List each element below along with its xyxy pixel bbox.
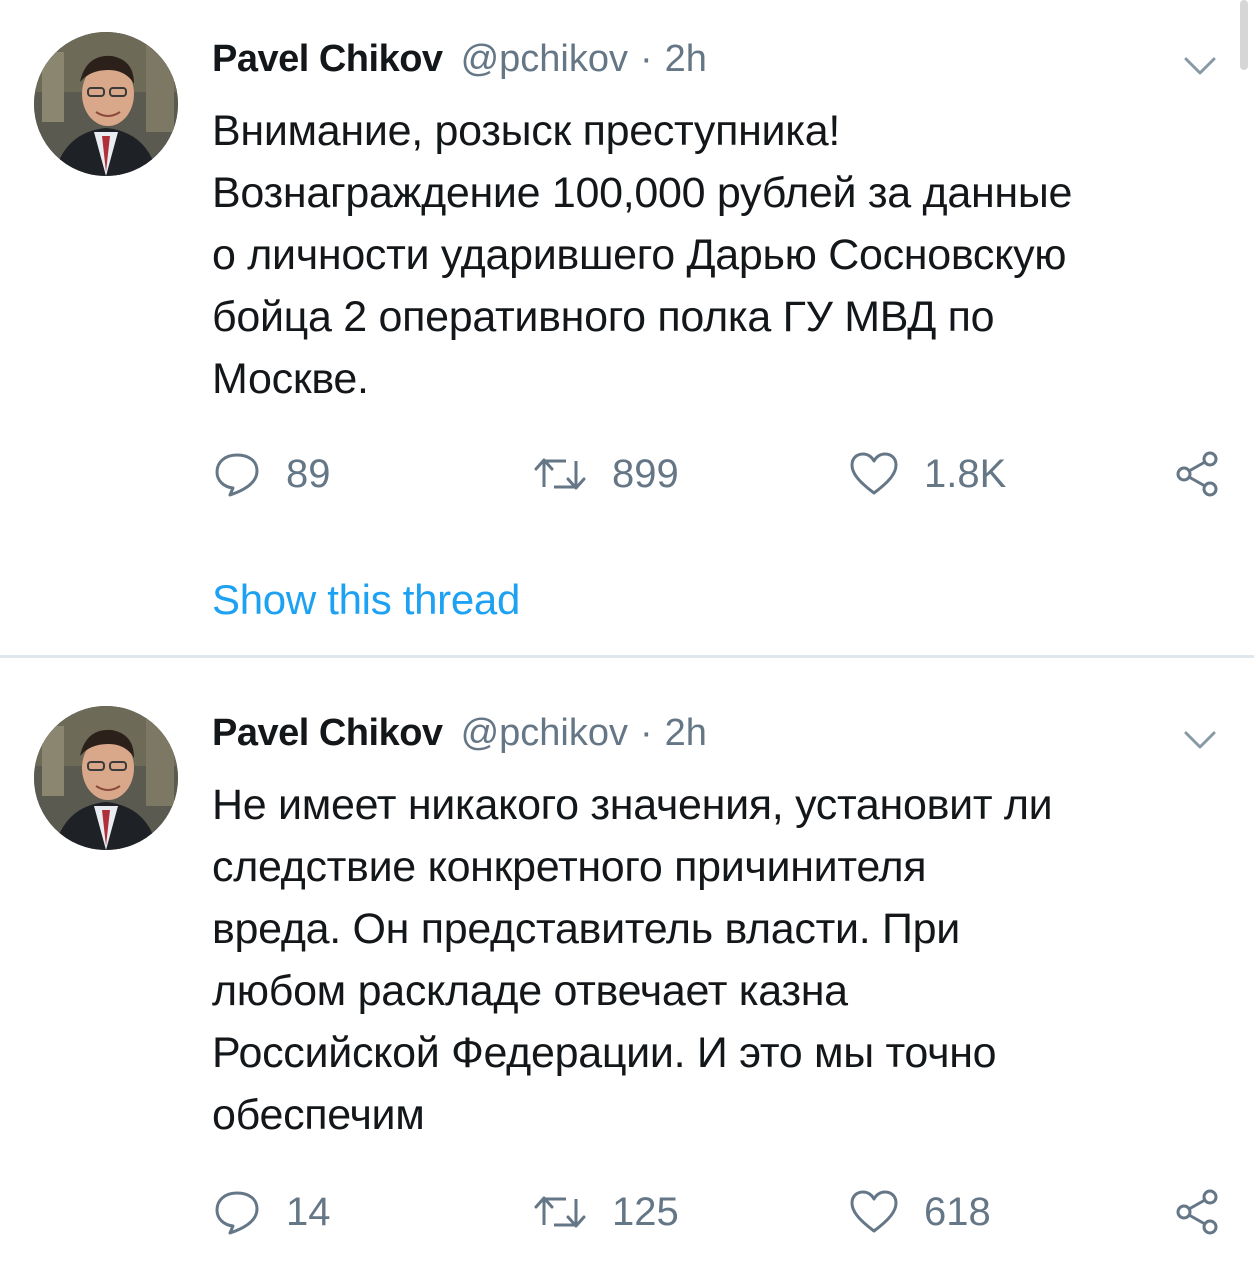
tweet-time[interactable]: 2h (665, 38, 707, 81)
tweet-text-line: любом раскладе отвечает казна (212, 967, 848, 1015)
tweet-text-line: Внимание, розыск преступника! (212, 107, 840, 155)
tweet-text-line: следствие конкретного причинителя (212, 843, 927, 891)
chevron-down-icon[interactable] (1182, 728, 1218, 752)
separator: · (639, 38, 653, 80)
tweet-2[interactable]: Pavel Chikov @pchikov · 2h Не имеет ника… (0, 660, 1254, 1280)
tweet-text-line: Российской Федерации. И это мы точно (212, 1029, 997, 1077)
tweet-header: Pavel Chikov @pchikov · 2h (212, 712, 707, 762)
share-icon (1172, 1187, 1222, 1237)
retweet-icon (532, 449, 588, 499)
retweet-count: 125 (612, 1189, 679, 1234)
tweet-text-line: Москве. (212, 355, 369, 403)
author-name[interactable]: Pavel Chikov (212, 38, 443, 81)
tweet-divider (0, 655, 1254, 658)
share-button[interactable] (1172, 1182, 1222, 1242)
share-button[interactable] (1172, 444, 1222, 504)
reply-count: 89 (286, 451, 331, 496)
reply-icon (212, 1187, 262, 1237)
author-handle[interactable]: @pchikov (461, 712, 628, 755)
tweet-text-line: Не имеет никакого значения, установит ли (212, 781, 1053, 829)
like-count: 1.8K (924, 451, 1007, 496)
tweet-1[interactable]: Pavel Chikov @pchikov · 2h Внимание, роз… (0, 0, 1254, 656)
author-handle[interactable]: @pchikov (461, 38, 628, 81)
tweet-text-line: вреда. Он представитель власти. При (212, 905, 960, 953)
avatar[interactable] (34, 32, 178, 176)
reply-count: 14 (286, 1189, 331, 1234)
like-icon (848, 1187, 900, 1237)
tweet-text-line: обеспечим (212, 1091, 425, 1139)
like-button[interactable]: 1.8K (848, 444, 1006, 504)
tweet-text-line: бойца 2 оперативного полка ГУ МВД по (212, 293, 995, 341)
share-icon (1172, 449, 1222, 499)
separator: · (639, 712, 653, 754)
tweet-header: Pavel Chikov @pchikov · 2h (212, 38, 707, 88)
like-button[interactable]: 618 (848, 1182, 991, 1242)
reply-button[interactable]: 89 (212, 444, 331, 504)
tweet-actions: 89 899 1.8K (212, 444, 1222, 504)
reply-icon (212, 449, 262, 499)
chevron-down-icon[interactable] (1182, 54, 1218, 78)
tweet-text: Внимание, розыск преступника! Вознагражд… (212, 100, 1232, 410)
tweet-text-line: о личности ударившего Дарью Сосновскую (212, 231, 1067, 279)
avatar[interactable] (34, 706, 178, 850)
like-count: 618 (924, 1189, 991, 1234)
author-name[interactable]: Pavel Chikov (212, 712, 443, 755)
tweet-time[interactable]: 2h (665, 712, 707, 755)
retweet-count: 899 (612, 451, 679, 496)
like-icon (848, 449, 900, 499)
retweet-icon (532, 1187, 588, 1237)
tweet-text-line: Вознаграждение 100,000 рублей за данные (212, 169, 1073, 217)
show-thread-link[interactable]: Show this thread (212, 576, 520, 624)
tweet-text: Не имеет никакого значения, установит ли… (212, 774, 1232, 1146)
retweet-button[interactable]: 899 (532, 444, 679, 504)
reply-button[interactable]: 14 (212, 1182, 331, 1242)
retweet-button[interactable]: 125 (532, 1182, 679, 1242)
tweet-actions: 14 125 618 (212, 1182, 1222, 1242)
